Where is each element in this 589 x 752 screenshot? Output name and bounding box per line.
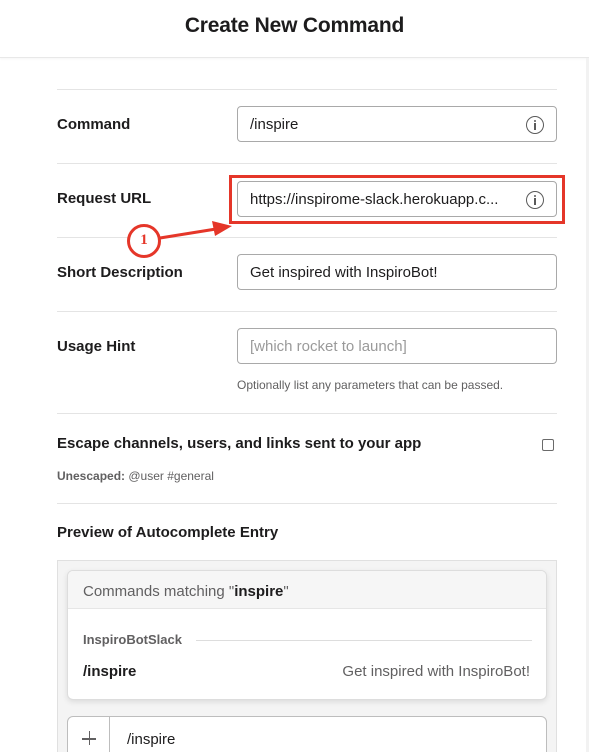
callout-badge: 1 bbox=[127, 224, 161, 258]
callout-number: 1 bbox=[140, 232, 148, 248]
arrow-icon bbox=[159, 221, 232, 240]
